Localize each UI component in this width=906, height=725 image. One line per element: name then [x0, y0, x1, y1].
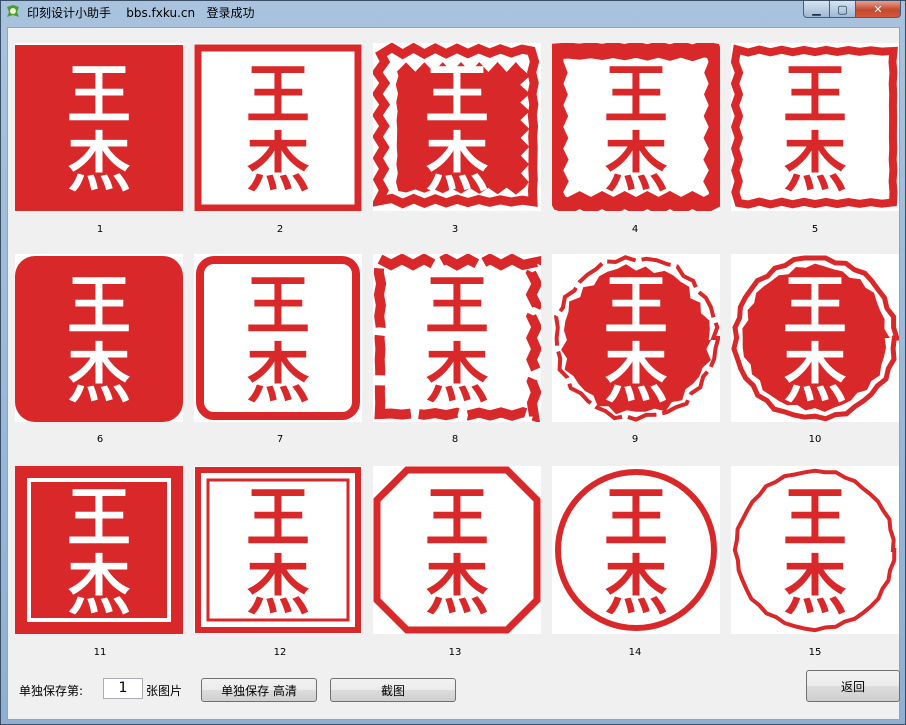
seal-number-label: 7: [276, 434, 284, 445]
seal-image: 王杰: [553, 255, 720, 422]
title-bar[interactable]: 印刻设计小助手 bbs.fxku.cn 登录成功 ▁ ▢ ✕: [1, 1, 905, 23]
seal-char-bottom: 杰: [425, 549, 489, 624]
seal-number-label: 12: [273, 647, 287, 658]
seal-number-label: 4: [631, 224, 639, 235]
seal-image: 王杰: [732, 468, 897, 633]
seal-char-bottom: 杰: [67, 126, 131, 201]
minimize-button[interactable]: ▁: [803, 1, 830, 18]
page-number-input[interactable]: 1: [103, 678, 143, 699]
seal-style-1[interactable]: 王杰: [15, 43, 183, 211]
seal-style-11[interactable]: 王杰: [15, 466, 183, 634]
seal-char-bottom: 杰: [246, 126, 310, 201]
seal-style-7[interactable]: 王杰: [194, 254, 362, 422]
seal-char-top: 王: [604, 481, 668, 556]
seal-style-10[interactable]: 王杰: [731, 254, 899, 422]
seal-char-top: 王: [246, 269, 310, 344]
seal-image: 王杰: [373, 466, 541, 634]
main-panel: 王杰 1 王杰 2 王杰 3 王杰 4 王杰 5 王杰 6 王杰 7 王杰 8 王杰 9 王杰 10 王杰 11 王杰 12 王…: [7, 27, 900, 720]
screenshot-button[interactable]: 截图: [330, 678, 456, 702]
seal-char-bottom: 杰: [604, 549, 668, 624]
seal-style-15[interactable]: 王杰: [731, 466, 899, 634]
seal-char-bottom: 杰: [604, 337, 668, 412]
seal-char-bottom: 杰: [67, 549, 131, 624]
seal-image: 王杰: [731, 255, 899, 422]
seal-style-12[interactable]: 王杰: [194, 466, 362, 634]
seal-image: 王杰: [194, 44, 362, 211]
close-button[interactable]: ✕: [856, 1, 901, 18]
page-suffix-label: 张图片: [146, 684, 183, 698]
seal-style-13[interactable]: 王杰: [373, 466, 541, 634]
seal-char-bottom: 杰: [425, 126, 489, 201]
app-window: 印刻设计小助手 bbs.fxku.cn 登录成功 ▁ ▢ ✕ 王杰1王杰2王杰3…: [0, 0, 906, 725]
seal-char-bottom: 杰: [246, 549, 310, 624]
seal-number-label: 5: [811, 224, 819, 235]
seal-style-2[interactable]: 王杰: [194, 43, 362, 211]
seal-image: 王杰: [552, 43, 720, 211]
seal-image: 王杰: [15, 466, 183, 634]
seal-number-label: 9: [631, 434, 639, 445]
seal-number-label: 3: [451, 224, 459, 235]
seal-number-label: 13: [448, 647, 462, 658]
seal-char-top: 王: [67, 58, 131, 133]
seal-number-label: 2: [276, 224, 284, 235]
seal-image: 王杰: [15, 45, 183, 211]
seal-image: 王杰: [15, 256, 183, 422]
app-icon: [7, 5, 19, 17]
maximize-button[interactable]: ▢: [830, 1, 856, 18]
seal-style-9[interactable]: 王杰: [552, 254, 720, 422]
seal-number-label: 8: [451, 434, 459, 445]
seal-char-bottom: 杰: [67, 337, 131, 412]
seal-char-bottom: 杰: [783, 337, 847, 412]
seal-number-label: 6: [96, 434, 104, 445]
window-title: 印刻设计小助手 bbs.fxku.cn 登录成功: [27, 6, 255, 20]
seal-number-label: 11: [93, 647, 107, 658]
seal-char-top: 王: [604, 269, 668, 344]
seal-style-6[interactable]: 王杰: [15, 254, 183, 422]
seal-number-label: 14: [628, 647, 642, 658]
seal-char-top: 王: [67, 481, 131, 556]
seal-image: 王杰: [373, 43, 540, 209]
seal-char-top: 王: [425, 481, 489, 556]
seal-image: 王杰: [195, 467, 361, 633]
seal-image: 王杰: [731, 44, 898, 209]
seal-char-bottom: 杰: [425, 337, 489, 412]
seal-char-top: 王: [246, 481, 310, 556]
seal-number-label: 10: [808, 434, 822, 445]
seal-style-5[interactable]: 王杰: [731, 43, 899, 211]
seal-char-top: 王: [783, 58, 847, 133]
seal-number-label: 15: [808, 647, 822, 658]
seal-char-top: 王: [425, 269, 489, 344]
seal-char-top: 王: [425, 58, 489, 133]
back-button[interactable]: 返回: [806, 670, 900, 702]
seal-char-bottom: 杰: [246, 337, 310, 412]
seal-char-top: 王: [783, 481, 847, 556]
seal-char-top: 王: [604, 58, 668, 133]
seal-char-top: 王: [67, 269, 131, 344]
seal-image: 王杰: [196, 256, 360, 420]
seal-style-14[interactable]: 王杰: [552, 466, 720, 634]
seal-char-bottom: 杰: [783, 549, 847, 624]
seal-style-4[interactable]: 王杰: [552, 43, 720, 211]
seal-char-bottom: 杰: [604, 126, 668, 201]
seal-char-top: 王: [783, 269, 847, 344]
save-hd-button[interactable]: 单独保存 高清: [201, 678, 317, 702]
seal-char-top: 王: [246, 58, 310, 133]
seal-image: 王杰: [373, 254, 541, 422]
seal-style-8[interactable]: 王杰: [373, 254, 541, 422]
seal-image: 王杰: [555, 469, 717, 631]
save-index-label: 单独保存第:: [19, 684, 84, 698]
seal-char-bottom: 杰: [783, 126, 847, 201]
seal-style-3[interactable]: 王杰: [373, 43, 541, 211]
seal-number-label: 1: [96, 224, 104, 235]
